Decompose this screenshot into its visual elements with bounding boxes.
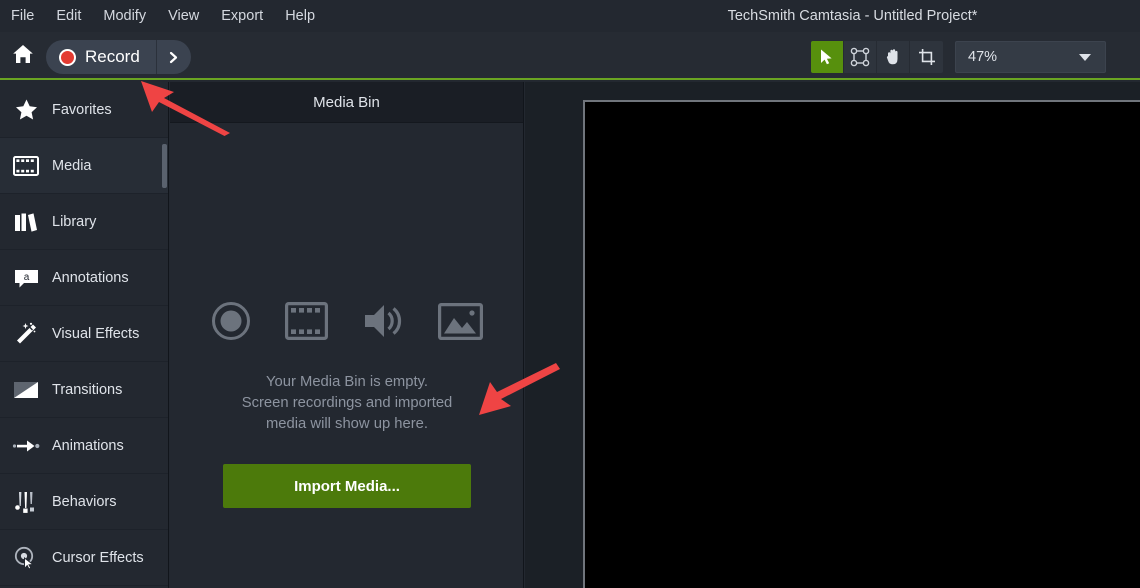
svg-text:a: a [23, 271, 29, 282]
sidebar-item-transitions[interactable]: Transitions [0, 362, 168, 418]
magic-wand-icon [0, 322, 52, 346]
sidebar-item-animations[interactable]: Animations [0, 418, 168, 474]
sidebar-label-behaviors: Behaviors [52, 493, 117, 510]
transform-nodes-icon [850, 47, 870, 67]
media-bin-empty-state: Your Media Bin is empty. Screen recordin… [170, 123, 524, 588]
crop-icon [918, 49, 935, 65]
record-button[interactable]: Record [46, 40, 156, 74]
record-dropdown-button[interactable] [157, 40, 191, 74]
import-media-button[interactable]: Import Media... [223, 464, 471, 508]
record-button-group: Record [46, 40, 191, 74]
menu-item-help[interactable]: Help [285, 0, 315, 32]
selection-tool-button[interactable] [811, 41, 844, 73]
media-bin-panel: Media Bin Your Media Bin is empty. Scree… [170, 82, 524, 588]
media-bin-header: Media Bin [170, 82, 523, 123]
hand-icon [886, 49, 898, 65]
toolbar-accent-line [0, 78, 1140, 80]
sidebar-label-annotations: Annotations [52, 269, 129, 286]
image-icon [438, 302, 483, 345]
books-icon [0, 211, 52, 233]
sidebar-active-indicator [162, 144, 167, 188]
media-bin-empty-icons [211, 301, 483, 346]
arrow-animate-icon [0, 438, 52, 454]
callout-a-icon: a [0, 267, 52, 289]
chevron-down-icon [1079, 53, 1091, 61]
empty-text-line-3: media will show up here. [265, 416, 429, 432]
media-bin-title: Media Bin [313, 93, 380, 111]
zoom-level-value: 47% [968, 49, 998, 65]
menu-bar: File Edit Modify View Export Help [0, 0, 315, 32]
sidebar-item-visual-effects[interactable]: Visual Effects [0, 306, 168, 362]
home-icon [12, 44, 34, 69]
sidebar-label-transitions: Transitions [52, 381, 123, 398]
chevron-right-icon [170, 51, 178, 63]
sidebar-item-library[interactable]: Library [0, 194, 168, 250]
sidebar-label-media: Media [52, 157, 92, 174]
star-icon [0, 98, 52, 122]
pan-tool-button[interactable] [877, 41, 910, 73]
film-strip-icon [0, 155, 52, 176]
cursor-arrow-icon [821, 49, 832, 65]
record-circle-icon [211, 301, 251, 346]
sidebar-item-favorites[interactable]: Favorites [0, 82, 168, 138]
empty-text-line-1: Your Media Bin is empty. [265, 374, 429, 390]
canvas-tools-group [811, 41, 943, 73]
sidebar-item-cursor-effects[interactable]: Cursor Effects [0, 530, 168, 586]
transform-tool-button[interactable] [844, 41, 877, 73]
title-bar: TechSmith Camtasia - Untitled Project* F… [0, 0, 1140, 32]
sidebar-item-media[interactable]: Media [0, 138, 168, 194]
home-button[interactable] [8, 42, 38, 70]
menu-item-modify[interactable]: Modify [103, 0, 146, 32]
sidebar-label-cursor-effects: Cursor Effects [52, 549, 144, 566]
behaviors-icon [0, 490, 52, 514]
menu-item-file[interactable]: File [11, 0, 34, 32]
menu-item-export[interactable]: Export [221, 0, 263, 32]
zoom-level-select[interactable]: 47% [955, 41, 1106, 73]
film-strip-icon [285, 302, 328, 345]
sidebar-item-behaviors[interactable]: Behaviors [0, 474, 168, 530]
camtasia-window: TechSmith Camtasia - Untitled Project* F… [0, 0, 1140, 588]
sidebar-label-visual-effects: Visual Effects [52, 325, 140, 342]
sidebar-item-annotations[interactable]: a Annotations [0, 250, 168, 306]
sidebar-label-animations: Animations [52, 437, 124, 454]
record-dot-icon [59, 48, 76, 66]
cursor-effects-icon [0, 546, 52, 570]
video-preview-canvas[interactable] [583, 100, 1140, 588]
sidebar-label-favorites: Favorites [52, 101, 112, 118]
left-sidebar: Favorites Media Library a Annotations Vi… [0, 82, 169, 588]
sidebar-label-library: Library [52, 213, 97, 230]
menu-item-view[interactable]: View [168, 0, 199, 32]
record-button-label: Record [85, 47, 140, 66]
media-bin-empty-text: Your Media Bin is empty. Screen recordin… [242, 372, 453, 435]
menu-item-edit[interactable]: Edit [56, 0, 81, 32]
crop-tool-button[interactable] [910, 41, 943, 73]
transition-icon [0, 381, 52, 399]
canvas-area[interactable] [525, 82, 1140, 588]
audio-speaker-icon [362, 302, 404, 345]
empty-text-line-2: Screen recordings and imported [241, 395, 453, 411]
